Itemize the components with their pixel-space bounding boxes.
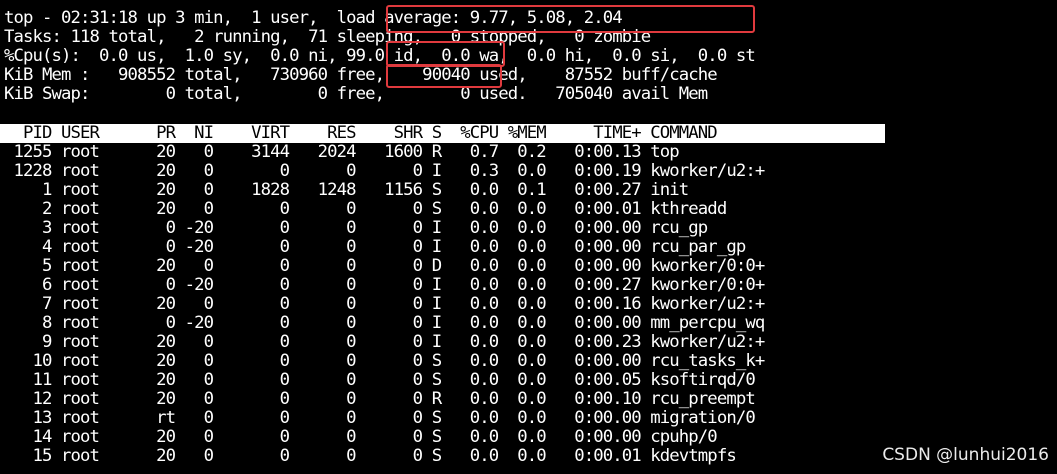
process-row: 7 root 20 0 0 0 0 I 0.0 0.0 0:00.16 kwor… bbox=[4, 294, 765, 314]
csdn-watermark: CSDN @lunhui2016 bbox=[882, 445, 1049, 465]
process-row: 9 root 20 0 0 0 0 I 0.0 0.0 0:00.23 kwor… bbox=[4, 332, 765, 352]
terminal-window[interactable]: top - 02:31:18 up 3 min, 1 user, load av… bbox=[0, 0, 1057, 474]
process-row: 6 root 0 -20 0 0 0 I 0.0 0.0 0:00.27 kwo… bbox=[4, 275, 765, 295]
process-row: 1 root 20 0 1828 1248 1156 S 0.0 0.1 0:0… bbox=[4, 180, 689, 200]
process-row: 8 root 0 -20 0 0 0 I 0.0 0.0 0:00.00 mm_… bbox=[4, 313, 765, 333]
load-average-highlight-box bbox=[386, 5, 755, 33]
process-row: 5 root 20 0 0 0 0 D 0.0 0.0 0:00.00 kwor… bbox=[4, 256, 765, 276]
process-row: 13 root rt 0 0 0 0 S 0.0 0.0 0:00.00 mig… bbox=[4, 408, 756, 428]
process-row: 3 root 0 -20 0 0 0 I 0.0 0.0 0:00.00 rcu… bbox=[4, 218, 708, 238]
process-row: 2 root 20 0 0 0 0 S 0.0 0.0 0:00.01 kthr… bbox=[4, 199, 727, 219]
swap-summary-line: KiB Swap: 0 total, 0 free, 0 used. 70504… bbox=[4, 84, 708, 104]
process-row: 4 root 0 -20 0 0 0 I 0.0 0.0 0:00.00 rcu… bbox=[4, 237, 746, 257]
process-row: 15 root 20 0 0 0 0 S 0.0 0.0 0:00.01 kde… bbox=[4, 446, 737, 466]
free-memory-highlight-box bbox=[386, 64, 502, 88]
process-row: 12 root 20 0 0 0 0 R 0.0 0.0 0:00.10 rcu… bbox=[4, 389, 756, 409]
process-row: 14 root 20 0 0 0 0 S 0.0 0.0 0:00.00 cpu… bbox=[4, 427, 718, 447]
process-row: 1255 root 20 0 3144 2024 1600 R 0.7 0.2 … bbox=[4, 142, 680, 162]
cpu-summary-line: %Cpu(s): 0.0 us, 1.0 sy, 0.0 ni, 99.0 id… bbox=[4, 46, 756, 66]
process-row: 11 root 20 0 0 0 0 S 0.0 0.0 0:00.05 kso… bbox=[4, 370, 756, 390]
process-row: 1228 root 20 0 0 0 0 I 0.3 0.0 0:00.19 k… bbox=[4, 161, 766, 181]
process-table-header-text: PID USER PR NI VIRT RES SHR S %CPU %MEM … bbox=[4, 123, 718, 143]
memory-summary-line: KiB Mem : 908552 total, 730960 free, 900… bbox=[4, 65, 718, 85]
process-row: 10 root 20 0 0 0 0 S 0.0 0.0 0:00.00 rcu… bbox=[4, 351, 766, 371]
